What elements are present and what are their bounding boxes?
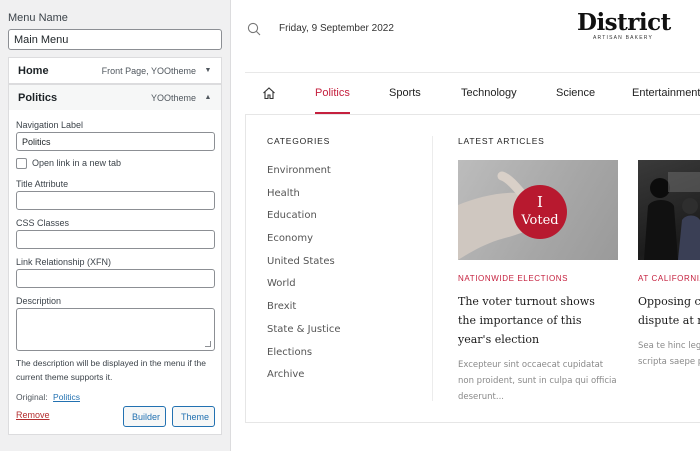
original-row: Original: Politics <box>16 392 80 402</box>
category-link[interactable]: State & Justice <box>267 324 340 347</box>
article-category[interactable]: NATIONWIDE ELECTIONS <box>458 274 618 283</box>
chevron-up-icon[interactable]: ▲ <box>204 94 212 101</box>
category-link[interactable]: Economy <box>267 233 340 256</box>
category-link[interactable]: Brexit <box>267 301 340 324</box>
nav-border <box>245 72 700 73</box>
link-relationship-label: Link Relationship (XFN) <box>16 257 112 267</box>
header-date: Friday, 9 September 2022 <box>279 23 394 34</box>
category-link[interactable]: Archive <box>267 369 340 392</box>
description-label: Description <box>16 296 62 306</box>
category-link[interactable]: World <box>267 278 340 301</box>
sticker-text-voted: Voted <box>520 213 558 228</box>
categories-list: Environment Health Education Economy Uni… <box>267 165 340 392</box>
css-classes-label: CSS Classes <box>16 218 70 228</box>
article-excerpt: Sea te hinc legere per et dicat scripta … <box>638 341 700 367</box>
css-classes-input[interactable] <box>16 230 215 249</box>
nav-item-politics[interactable]: Politics <box>315 87 350 99</box>
menu-item-title: Home <box>18 64 49 77</box>
link-relationship-input[interactable] <box>16 269 215 288</box>
article-title[interactable]: Opposing camps in heated dispute at rall… <box>638 292 700 330</box>
nav-item-entertainment[interactable]: Entertainment <box>632 87 700 99</box>
builder-button[interactable]: Builder <box>123 406 166 427</box>
category-link[interactable]: Environment <box>267 165 340 188</box>
mega-menu-dropdown: CATEGORIES Environment Health Education … <box>245 114 700 423</box>
menu-editor-panel: Menu Name Home Front Page, YOOtheme ▼ Po… <box>0 0 231 451</box>
nav-item-technology[interactable]: Technology <box>461 87 517 99</box>
menu-item-home[interactable]: Home Front Page, YOOtheme ▼ <box>8 57 222 84</box>
category-link[interactable]: Education <box>267 210 340 233</box>
article-excerpt: Excepteur sint occaecat cupidatat non pr… <box>458 360 617 402</box>
original-label: Original: <box>16 392 48 402</box>
resize-grip-icon[interactable] <box>205 341 211 347</box>
site-preview: Friday, 9 September 2022 District ARTISA… <box>231 0 700 451</box>
rally-crowd-image <box>644 172 700 260</box>
i-voted-sticker-image: I Voted <box>458 171 567 260</box>
logo-name: District <box>577 9 671 36</box>
menu-name-label: Menu Name <box>8 12 68 24</box>
article-title[interactable]: The voter turnout shows the importance o… <box>458 292 610 349</box>
menu-item-settings: Navigation Label Open link in a new tab … <box>8 110 222 435</box>
chevron-down-icon[interactable]: ▼ <box>204 67 212 74</box>
category-link[interactable]: Elections <box>267 347 340 370</box>
article-category[interactable]: AT CALIFORNIA <box>638 274 700 283</box>
nav-item-sports[interactable]: Sports <box>389 87 421 99</box>
sticker-text-i: I <box>537 193 543 211</box>
article-image[interactable] <box>638 160 700 260</box>
description-textarea[interactable] <box>16 308 215 351</box>
new-tab-label: Open link in a new tab <box>32 158 122 168</box>
search-icon[interactable] <box>247 22 261 36</box>
article-card[interactable]: I Voted NATIONWIDE ELECTIONS The voter t… <box>458 160 618 405</box>
category-link[interactable]: Health <box>267 188 340 211</box>
menu-item-politics[interactable]: Politics YOOtheme ▲ <box>8 84 222 111</box>
article-card[interactable]: AT CALIFORNIA Opposing camps in heated d… <box>638 160 700 370</box>
title-attribute-input[interactable] <box>16 191 215 210</box>
categories-heading: CATEGORIES <box>267 136 331 146</box>
remove-link[interactable]: Remove <box>16 410 50 420</box>
menu-name-input[interactable] <box>8 29 222 50</box>
site-logo[interactable]: District ARTISAN BAKERY <box>577 9 671 42</box>
article-image[interactable]: I Voted <box>458 160 618 260</box>
title-attribute-label: Title Attribute <box>16 179 69 189</box>
theme-button[interactable]: Theme <box>172 406 215 427</box>
navigation-label-input[interactable] <box>16 132 215 151</box>
new-tab-checkbox[interactable] <box>16 158 27 169</box>
home-icon[interactable] <box>262 86 276 100</box>
original-link[interactable]: Politics <box>53 392 80 402</box>
menu-item-meta: Front Page, YOOtheme <box>101 65 196 76</box>
description-help-text: The description will be displayed in the… <box>16 358 206 382</box>
navigation-label-label: Navigation Label <box>16 120 84 130</box>
menu-item-meta: YOOtheme <box>150 92 196 103</box>
latest-articles-heading: LATEST ARTICLES <box>458 136 545 146</box>
menu-item-title: Politics <box>18 91 58 104</box>
category-link[interactable]: United States <box>267 256 340 279</box>
dropdown-divider <box>432 136 433 401</box>
nav-item-science[interactable]: Science <box>556 87 595 99</box>
